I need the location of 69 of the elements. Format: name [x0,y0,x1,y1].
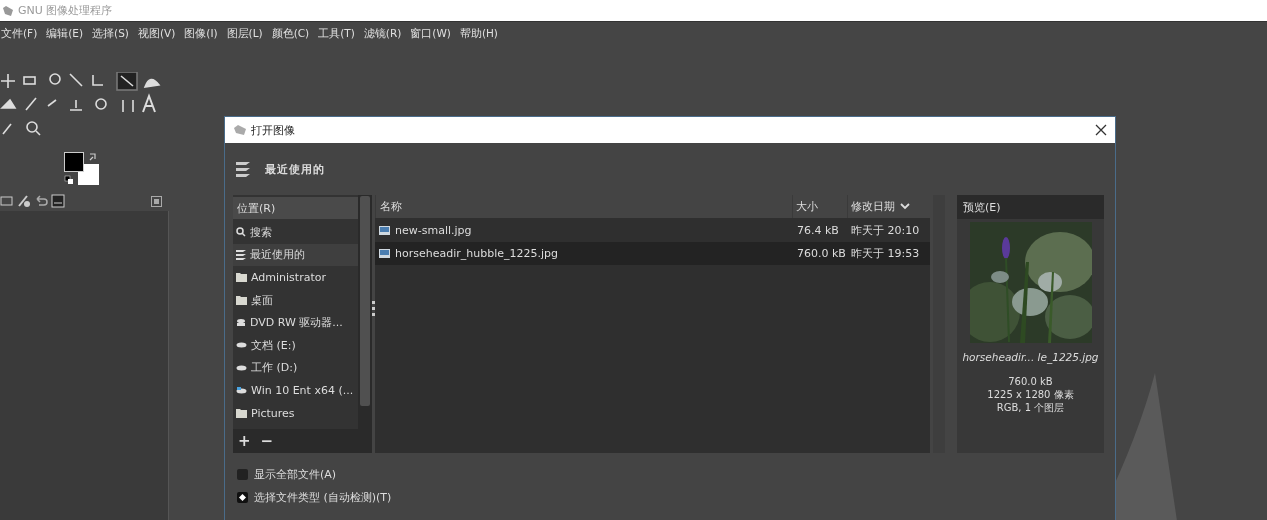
preview-header: 预览(E) [957,195,1104,219]
column-header[interactable]: 修改日期 [847,195,930,218]
folder-icon [236,408,247,418]
pane-grip-icon[interactable] [372,301,375,317]
file-row[interactable]: horseheadir_hubble_1225.jpg 760.0 kB 昨天于 19:53 [375,242,930,265]
file-date: 昨天于 19:53 [850,246,921,261]
menu-item[interactable]: 颜色(C) [271,27,310,41]
images-tab-icon[interactable] [51,194,65,208]
file-row[interactable]: new-small.jpg 76.4 kB 昨天于 20:10 [375,219,930,242]
checkbox[interactable] [237,469,248,480]
device-status-tab-icon[interactable] [17,194,31,208]
menu-item[interactable]: 编辑(E) [46,27,84,41]
menu-item[interactable]: 帮助(H) [459,27,498,41]
menu-item[interactable]: 工具(T) [318,27,355,41]
preview-info: RGB, 1 个图层 [995,401,1066,414]
place-item[interactable]: DVD RW 驱动器... [233,311,358,334]
configure-tab-icon[interactable] [151,195,162,207]
window-title: GNU 图像处理程序 [18,3,113,18]
app-icon [2,4,14,17]
add-bookmark-button[interactable]: + [238,432,251,450]
file-size: 76.4 kB [796,224,840,237]
preview-info: 1225 x 1280 像素 [987,388,1074,401]
folder-icon [236,295,247,305]
menu-item[interactable]: 图像(I) [184,27,218,41]
place-item[interactable]: Pictures [233,401,358,425]
file-size: 760.0 kB [796,247,847,260]
place-item[interactable]: Win 10 Ent x64 (... [233,379,358,402]
location-label: 最近使用的 [265,161,325,177]
image-file-icon [379,249,390,258]
place-item[interactable]: 文档 (E:) [233,333,358,357]
close-icon[interactable] [1095,124,1107,136]
menu-item[interactable]: 视图(V) [137,27,176,41]
tool-options-tab-icon[interactable] [0,194,14,208]
menu-item[interactable]: 窗口(W) [410,27,451,41]
checkbox-label: 显示全部文件(A) [254,467,337,482]
menu-item[interactable]: 文件(F) [1,27,38,41]
column-header[interactable]: 名称 [375,195,792,218]
preview-filename: horseheadir... le_1225.jpg [962,351,1099,363]
sort-down-icon [900,203,910,210]
scrollbar-thumb[interactable] [360,196,370,406]
undo-tab-icon[interactable] [34,194,48,208]
optical-drive-icon [236,318,246,328]
place-item[interactable]: 桌面 [233,288,358,312]
menu-item[interactable]: 选择(S) [92,27,129,41]
drive-icon [236,364,247,371]
remove-bookmark-button[interactable]: − [260,432,274,450]
search-icon [236,227,246,238]
file-name: new-small.jpg [395,224,472,237]
place-item[interactable]: Administrator [233,266,358,289]
recent-icon [235,160,251,178]
expand-icon[interactable] [237,492,248,503]
app-icon [233,124,247,136]
dialog-title: 打开图像 [251,122,295,138]
expander-label[interactable]: 选择文件类型 (自动检测)(T) [254,490,392,505]
drive-icon [236,386,247,394]
place-item[interactable]: 工作 (D:) [233,356,358,380]
file-name: horseheadir_hubble_1225.jpg [395,247,558,260]
file-date: 昨天于 20:10 [850,223,921,238]
image-file-icon [379,226,390,235]
preview-info: 760.0 kB [1007,375,1054,388]
recent-icon [236,249,246,261]
menu-item[interactable]: 滤镜(R) [363,27,402,41]
menu-item[interactable]: 图层(L) [226,27,263,41]
places-header: 位置(R) [233,197,358,219]
folder-icon [236,273,247,282]
place-item[interactable]: 最近使用的 [233,243,358,267]
column-header[interactable]: 大小 [792,195,847,218]
place-item[interactable]: 搜索 [233,221,358,244]
drive-icon [236,342,247,349]
